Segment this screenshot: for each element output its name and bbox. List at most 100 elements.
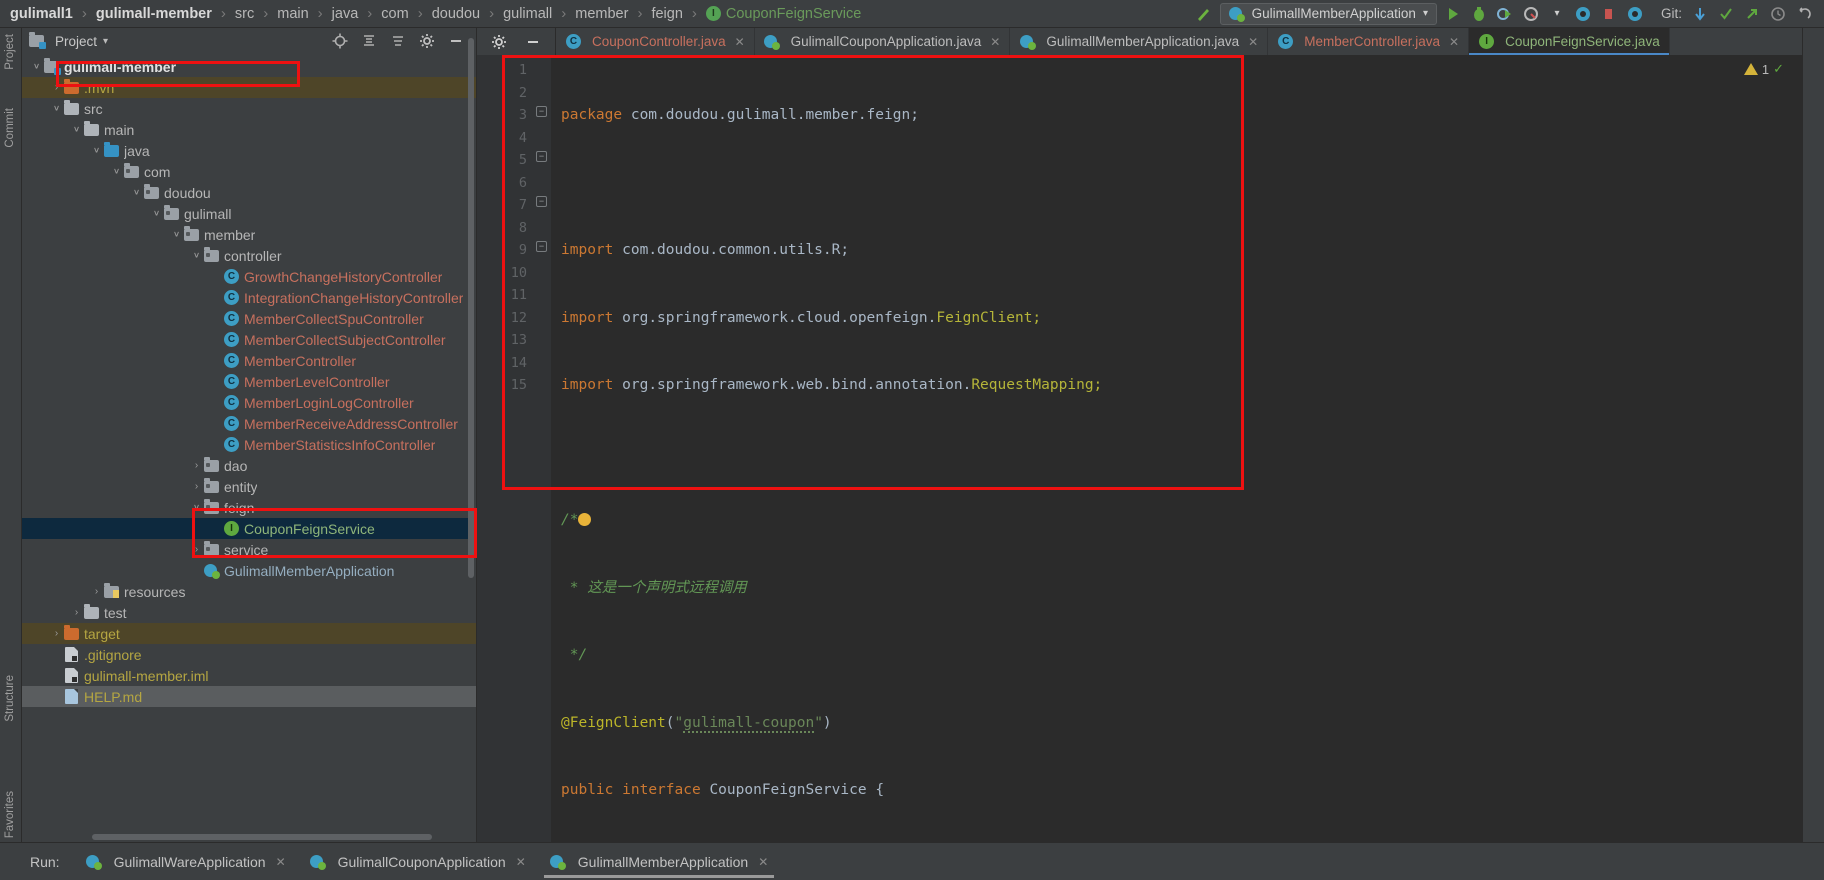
tree-node-integrationchangehistorycontroller[interactable]: C IntegrationChangeHistoryController bbox=[22, 287, 476, 308]
tree-node-gulimall[interactable]: ∨ gulimall bbox=[22, 203, 476, 224]
breadcrumb-item-gulimall[interactable]: gulimall bbox=[501, 0, 554, 27]
run-tab-gulimallmemberapplication[interactable]: GulimallMemberApplication ✕ bbox=[538, 843, 780, 880]
tree-node-member[interactable]: ∨ member bbox=[22, 224, 476, 245]
locate-icon[interactable] bbox=[330, 31, 350, 51]
breadcrumb-item-src[interactable]: src bbox=[233, 0, 256, 27]
caret-down-icon[interactable]: ▾ bbox=[1547, 4, 1567, 24]
fold-marker-comment-end[interactable]: − bbox=[536, 241, 547, 252]
code-content[interactable]: package com.doudou.gulimall.member.feign… bbox=[551, 55, 1802, 842]
settings-gear-icon[interactable] bbox=[489, 32, 509, 52]
chevron-down-icon[interactable]: ∨ bbox=[50, 104, 63, 113]
project-tree[interactable]: ∨ gulimall-member › .mvn ∨ src ∨ main ∨ java ∨ com ∨… bbox=[22, 54, 476, 842]
tree-node-com[interactable]: ∨ com bbox=[22, 161, 476, 182]
tree-node-help-md[interactable]: HELP.md bbox=[22, 686, 476, 707]
editor-tab-gulimallcouponapplication-java[interactable]: GulimallCouponApplication.java ✕ bbox=[755, 28, 1011, 55]
hammer-icon[interactable] bbox=[1194, 4, 1214, 24]
tree-node-test[interactable]: › test bbox=[22, 602, 476, 623]
update-project-icon[interactable] bbox=[1690, 4, 1710, 24]
rail-item-project[interactable]: Project bbox=[4, 34, 16, 70]
tree-node-doudou[interactable]: ∨ doudou bbox=[22, 182, 476, 203]
profiler-icon[interactable] bbox=[1521, 4, 1541, 24]
tree-node-java[interactable]: ∨ java bbox=[22, 140, 476, 161]
editor-tab-couponcontroller-java[interactable]: C CouponController.java ✕ bbox=[556, 28, 755, 55]
run-tab-gulimallcouponapplication[interactable]: GulimallCouponApplication ✕ bbox=[298, 843, 538, 880]
breadcrumb-item-member[interactable]: member bbox=[573, 0, 630, 27]
chevron-down-icon[interactable]: ∨ bbox=[90, 146, 103, 155]
code-folding-column[interactable]: − − − − bbox=[533, 55, 551, 842]
collapse-all-icon[interactable] bbox=[359, 31, 379, 51]
close-icon[interactable]: ✕ bbox=[1248, 35, 1258, 49]
code-editor[interactable]: 1 2 3 4 5 6 7 8 9 10 11 12 13 14 15 − − − − package co… bbox=[477, 55, 1802, 842]
breadcrumb-item-com[interactable]: com bbox=[379, 0, 410, 27]
editor-tab-membercontroller-java[interactable]: C MemberController.java ✕ bbox=[1268, 28, 1470, 55]
hide-icon[interactable] bbox=[446, 31, 466, 51]
tree-node-growthchangehistorycontroller[interactable]: C GrowthChangeHistoryController bbox=[22, 266, 476, 287]
chevron-down-icon[interactable]: ∨ bbox=[190, 251, 203, 260]
attach-debugger-icon[interactable] bbox=[1573, 4, 1593, 24]
tree-vertical-scrollbar[interactable] bbox=[468, 38, 474, 578]
tree-node-memberloginlogcontroller[interactable]: C MemberLoginLogController bbox=[22, 392, 476, 413]
tree-node-feign[interactable]: ∨ feign bbox=[22, 497, 476, 518]
tree-node-memberlevelcontroller[interactable]: C MemberLevelController bbox=[22, 371, 476, 392]
chevron-down-icon[interactable]: ▾ bbox=[103, 36, 108, 47]
tree-node-gulimall-member[interactable]: ∨ gulimall-member bbox=[22, 56, 476, 77]
run-with-coverage-icon[interactable] bbox=[1495, 4, 1515, 24]
stop-icon[interactable] bbox=[1599, 4, 1619, 24]
run-icon[interactable] bbox=[1443, 4, 1463, 24]
run-tab-gulimallwareapplication[interactable]: GulimallWareApplication ✕ bbox=[74, 843, 298, 880]
chevron-down-icon[interactable]: ∨ bbox=[130, 188, 143, 197]
chevron-down-icon[interactable]: ∨ bbox=[30, 62, 43, 71]
breadcrumb-item-doudou[interactable]: doudou bbox=[430, 0, 482, 27]
rail-item-favorites[interactable]: Favorites bbox=[4, 791, 16, 838]
tree-node-main[interactable]: ∨ main bbox=[22, 119, 476, 140]
tree-node-membercollectspucontroller[interactable]: C MemberCollectSpuController bbox=[22, 308, 476, 329]
history-icon[interactable] bbox=[1768, 4, 1788, 24]
chevron-right-icon[interactable]: › bbox=[50, 628, 63, 639]
tree-node-memberstatisticsinfocontroller[interactable]: C MemberStatisticsInfoController bbox=[22, 434, 476, 455]
tree-node-membercollectsubjectcontroller[interactable]: C MemberCollectSubjectController bbox=[22, 329, 476, 350]
tree-node-membercontroller[interactable]: C MemberController bbox=[22, 350, 476, 371]
run-configuration-selector[interactable]: GulimallMemberApplication ▾ bbox=[1219, 2, 1437, 25]
chevron-right-icon[interactable]: › bbox=[50, 82, 63, 93]
tree-horizontal-scrollbar[interactable] bbox=[92, 834, 432, 840]
tree-node-gulimallmemberapplication[interactable]: GulimallMemberApplication bbox=[22, 560, 476, 581]
tree-node-couponfeignservice[interactable]: I CouponFeignService bbox=[22, 518, 476, 539]
tree-node-src[interactable]: ∨ src bbox=[22, 98, 476, 119]
chevron-right-icon[interactable]: › bbox=[70, 607, 83, 618]
tree-node-controller[interactable]: ∨ controller bbox=[22, 245, 476, 266]
chevron-right-icon[interactable]: › bbox=[190, 544, 203, 555]
rollback-icon[interactable] bbox=[1794, 4, 1814, 24]
editor-tab-couponfeignservice-java[interactable]: I CouponFeignService.java bbox=[1469, 28, 1670, 55]
close-icon[interactable]: ✕ bbox=[276, 855, 286, 869]
tree-node-dao[interactable]: › dao bbox=[22, 455, 476, 476]
chevron-right-icon[interactable]: › bbox=[90, 586, 103, 597]
chevron-right-icon[interactable]: › bbox=[190, 460, 203, 471]
close-icon[interactable]: ✕ bbox=[1449, 35, 1459, 49]
close-icon[interactable]: ✕ bbox=[990, 35, 1000, 49]
tree-node-service[interactable]: › service bbox=[22, 539, 476, 560]
breadcrumb-item-couponfeignservice[interactable]: I CouponFeignService bbox=[704, 0, 863, 27]
breadcrumb-item-java[interactable]: java bbox=[330, 0, 361, 27]
tree-node-target[interactable]: › target bbox=[22, 623, 476, 644]
tree-node-entity[interactable]: › entity bbox=[22, 476, 476, 497]
chevron-down-icon[interactable]: ∨ bbox=[170, 230, 183, 239]
chevron-down-icon[interactable]: ∨ bbox=[110, 167, 123, 176]
commit-icon[interactable] bbox=[1716, 4, 1736, 24]
editor-marker-bar[interactable] bbox=[1788, 55, 1802, 842]
tree-node-resources[interactable]: › resources bbox=[22, 581, 476, 602]
push-icon[interactable] bbox=[1742, 4, 1762, 24]
rail-item-commit[interactable]: Commit bbox=[4, 108, 16, 148]
rail-item-structure[interactable]: Structure bbox=[4, 675, 16, 722]
fold-marker-imports-end[interactable]: − bbox=[536, 151, 547, 162]
hide-panel-icon[interactable] bbox=[523, 32, 543, 52]
chevron-down-icon[interactable]: ∨ bbox=[70, 125, 83, 134]
chevron-down-icon[interactable]: ∨ bbox=[190, 503, 203, 512]
settings-gear-icon[interactable] bbox=[417, 31, 437, 51]
chevron-right-icon[interactable]: › bbox=[190, 481, 203, 492]
expand-all-icon[interactable] bbox=[388, 31, 408, 51]
fold-marker-imports[interactable]: − bbox=[536, 106, 547, 117]
tree-node--mvn[interactable]: › .mvn bbox=[22, 77, 476, 98]
close-icon[interactable]: ✕ bbox=[758, 855, 768, 869]
tree-node-gulimall-member-iml[interactable]: gulimall-member.iml bbox=[22, 665, 476, 686]
tree-node-memberreceiveaddresscontroller[interactable]: C MemberReceiveAddressController bbox=[22, 413, 476, 434]
